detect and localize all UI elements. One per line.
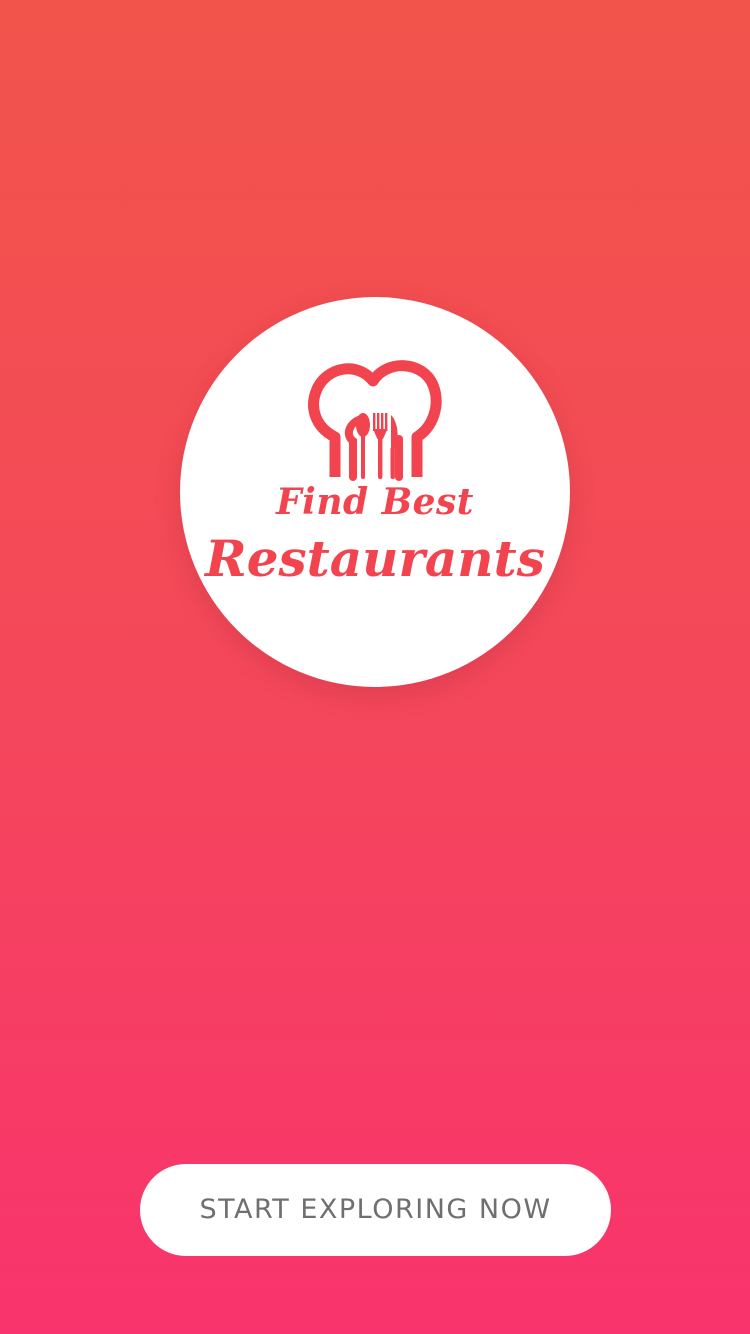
splash-screen: Find Best Restaurants START EXPLORING NO… [0, 0, 750, 1334]
logo-title-line1: Find Best [276, 481, 474, 523]
chef-hat-cutlery-icon [305, 349, 445, 484]
logo-badge: Find Best Restaurants [180, 297, 570, 687]
start-exploring-button[interactable]: START EXPLORING NOW [140, 1164, 611, 1256]
logo-title-line2: Restaurants [205, 529, 545, 588]
